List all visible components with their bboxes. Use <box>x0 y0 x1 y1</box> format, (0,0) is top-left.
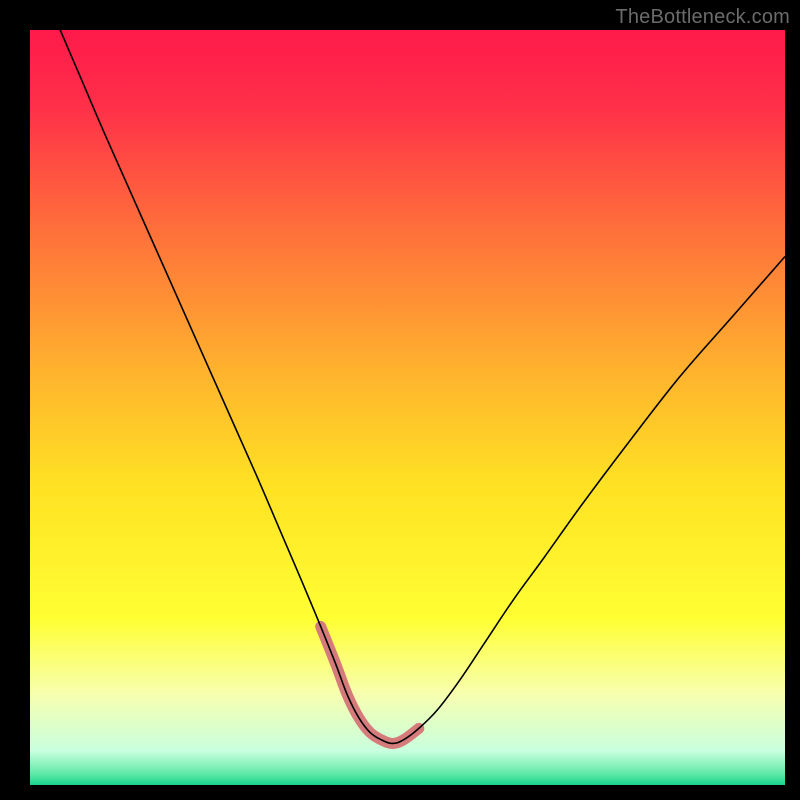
plot-background <box>30 30 785 785</box>
chart-stage: TheBottleneck.com <box>0 0 800 800</box>
watermark-text: TheBottleneck.com <box>615 6 790 29</box>
bottleneck-chart <box>0 0 800 800</box>
